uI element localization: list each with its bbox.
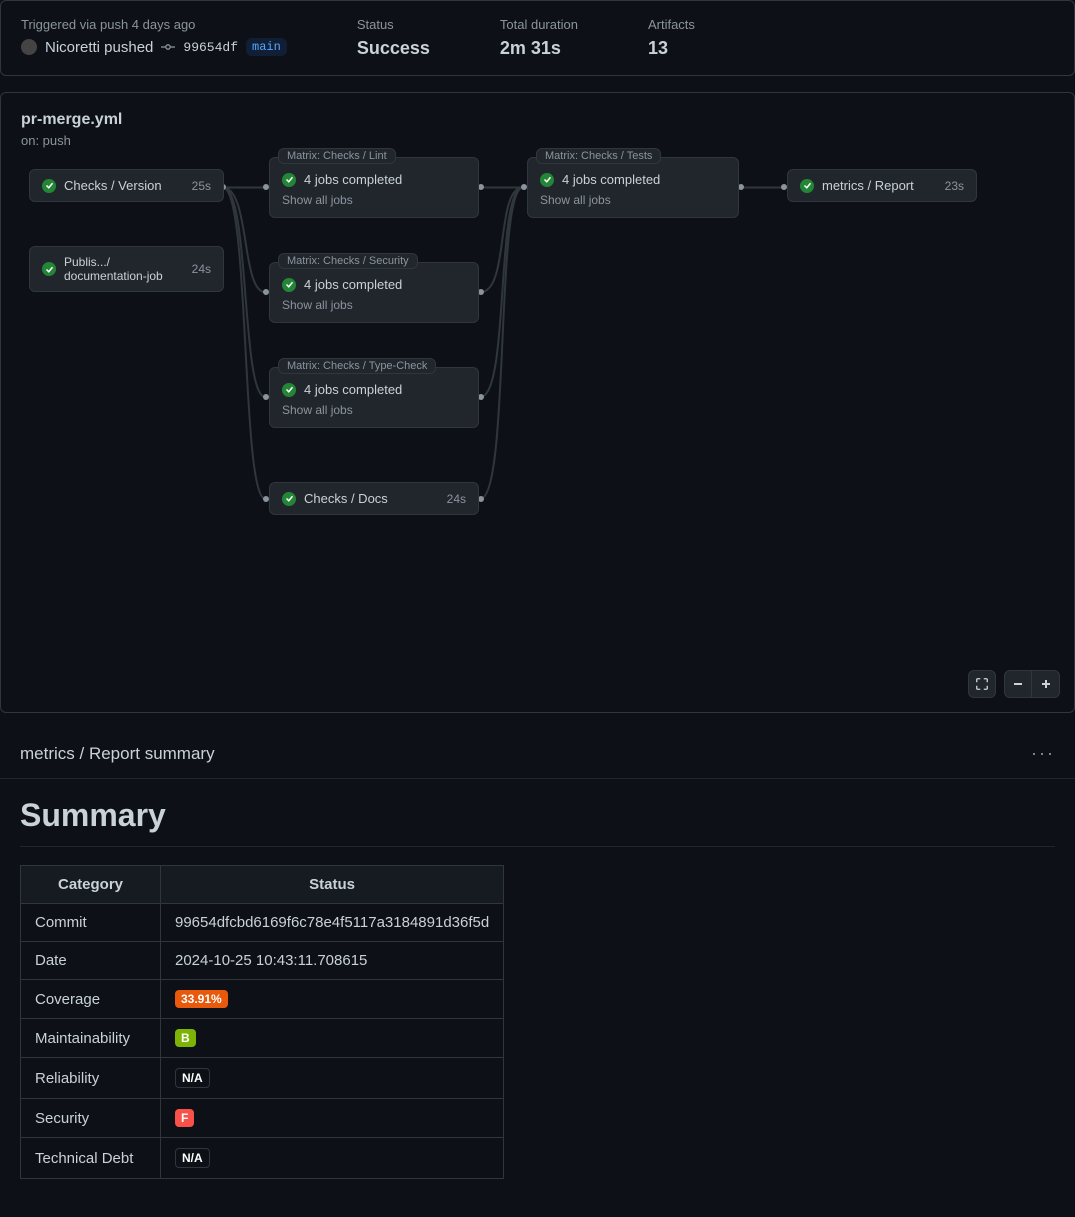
artifacts-value[interactable]: 13 [648, 38, 695, 59]
zoom-in-button[interactable] [1032, 670, 1060, 698]
summary-header-title: metrics / Report summary [20, 744, 215, 764]
cell-key: Maintainability [21, 1019, 161, 1058]
plus-icon [1040, 678, 1052, 690]
cell-value: 99654dfcbd6169f6c78e4f5117a3184891d36f5d [161, 904, 504, 942]
coverage-badge: 33.91% [175, 990, 228, 1008]
table-row: Security F [21, 1099, 504, 1138]
success-icon [282, 278, 296, 292]
cell-key: Reliability [21, 1058, 161, 1099]
report-table: Category Status Commit 99654dfcbd6169f6c… [20, 865, 504, 1179]
minus-icon [1012, 678, 1024, 690]
zoom-out-button[interactable] [1004, 670, 1032, 698]
success-icon [282, 383, 296, 397]
matrix-label: Matrix: Checks / Type-Check [278, 358, 436, 374]
success-icon [282, 492, 296, 506]
security-badge: F [175, 1109, 194, 1127]
cell-value: 2024-10-25 10:43:11.708615 [161, 942, 504, 980]
workflow-graph-panel: pr-merge.yml on: push [0, 92, 1075, 713]
status-value: Success [357, 38, 430, 59]
artifacts-label: Artifacts [648, 17, 695, 32]
job-checks-docs[interactable]: Checks / Docs 24s [269, 482, 479, 515]
matrix-label: Matrix: Checks / Lint [278, 148, 396, 164]
workflow-file[interactable]: pr-merge.yml [21, 111, 1054, 129]
job-time: 25s [192, 179, 211, 193]
job-time: 24s [447, 492, 466, 506]
matrix-label: Matrix: Checks / Security [278, 253, 418, 269]
trigger-line: Triggered via push 4 days ago [21, 17, 287, 32]
jobs-completed: 4 jobs completed [304, 277, 402, 292]
workflow-trigger: on: push [21, 133, 1054, 148]
show-all-jobs-link[interactable]: Show all jobs [540, 193, 726, 207]
run-header-panel: Triggered via push 4 days ago Nicoretti … [0, 0, 1075, 76]
zoom-controls [968, 670, 1060, 698]
graph-area[interactable]: Checks / Version 25s Publis.../ document… [21, 154, 1054, 694]
jobs-completed: 4 jobs completed [562, 172, 660, 187]
graph-edges [21, 154, 1054, 694]
summary-menu-button[interactable]: ··· [1031, 743, 1055, 764]
summary-section: metrics / Report summary ··· Summary Cat… [0, 729, 1075, 1217]
branch-badge[interactable]: main [246, 38, 287, 56]
commit-icon [161, 40, 175, 54]
success-icon [540, 173, 554, 187]
cell-key: Coverage [21, 980, 161, 1019]
job-name: Checks / Docs [304, 491, 388, 506]
matrix-typecheck[interactable]: Matrix: Checks / Type-Check 4 jobs compl… [269, 367, 479, 428]
status-label: Status [357, 17, 430, 32]
cell-key: Technical Debt [21, 1138, 161, 1179]
job-documentation[interactable]: Publis.../ documentation-job 24s [29, 246, 224, 292]
success-icon [42, 262, 56, 276]
job-name: Publis.../ documentation-job [64, 255, 184, 283]
table-row: Maintainability B [21, 1019, 504, 1058]
col-status: Status [161, 866, 504, 904]
summary-heading: Summary [20, 797, 1055, 834]
divider [20, 846, 1055, 847]
job-name: metrics / Report [822, 178, 914, 193]
table-row: Date 2024-10-25 10:43:11.708615 [21, 942, 504, 980]
job-checks-version[interactable]: Checks / Version 25s [29, 169, 224, 202]
table-row: Reliability N/A [21, 1058, 504, 1099]
table-row: Coverage 33.91% [21, 980, 504, 1019]
cell-key: Security [21, 1099, 161, 1138]
actor-text[interactable]: Nicoretti pushed [45, 39, 153, 56]
actor-avatar[interactable] [21, 39, 37, 55]
table-row: Commit 99654dfcbd6169f6c78e4f5117a318489… [21, 904, 504, 942]
job-time: 23s [945, 179, 964, 193]
table-row: Technical Debt N/A [21, 1138, 504, 1179]
duration-label: Total duration [500, 17, 578, 32]
job-time: 24s [192, 262, 211, 276]
cell-key: Date [21, 942, 161, 980]
jobs-completed: 4 jobs completed [304, 172, 402, 187]
maintainability-badge: B [175, 1029, 196, 1047]
fullscreen-icon [975, 677, 989, 691]
matrix-lint[interactable]: Matrix: Checks / Lint 4 jobs completed S… [269, 157, 479, 218]
commit-sha-link[interactable]: 99654df [183, 40, 238, 55]
job-name: Checks / Version [64, 178, 162, 193]
show-all-jobs-link[interactable]: Show all jobs [282, 298, 466, 312]
status-block: Status Success [357, 17, 430, 59]
success-icon [282, 173, 296, 187]
duration-block: Total duration 2m 31s [500, 17, 578, 59]
duration-value[interactable]: 2m 31s [500, 38, 578, 59]
cell-key: Commit [21, 904, 161, 942]
show-all-jobs-link[interactable]: Show all jobs [282, 193, 466, 207]
technical-debt-badge: N/A [175, 1148, 210, 1168]
show-all-jobs-link[interactable]: Show all jobs [282, 403, 466, 417]
trigger-block: Triggered via push 4 days ago Nicoretti … [21, 17, 287, 59]
col-category: Category [21, 866, 161, 904]
reliability-badge: N/A [175, 1068, 210, 1088]
matrix-tests[interactable]: Matrix: Checks / Tests 4 jobs completed … [527, 157, 739, 218]
fullscreen-button[interactable] [968, 670, 996, 698]
matrix-security[interactable]: Matrix: Checks / Security 4 jobs complet… [269, 262, 479, 323]
job-metrics-report[interactable]: metrics / Report 23s [787, 169, 977, 202]
artifacts-block: Artifacts 13 [648, 17, 695, 59]
success-icon [800, 179, 814, 193]
matrix-label: Matrix: Checks / Tests [536, 148, 661, 164]
jobs-completed: 4 jobs completed [304, 382, 402, 397]
success-icon [42, 179, 56, 193]
